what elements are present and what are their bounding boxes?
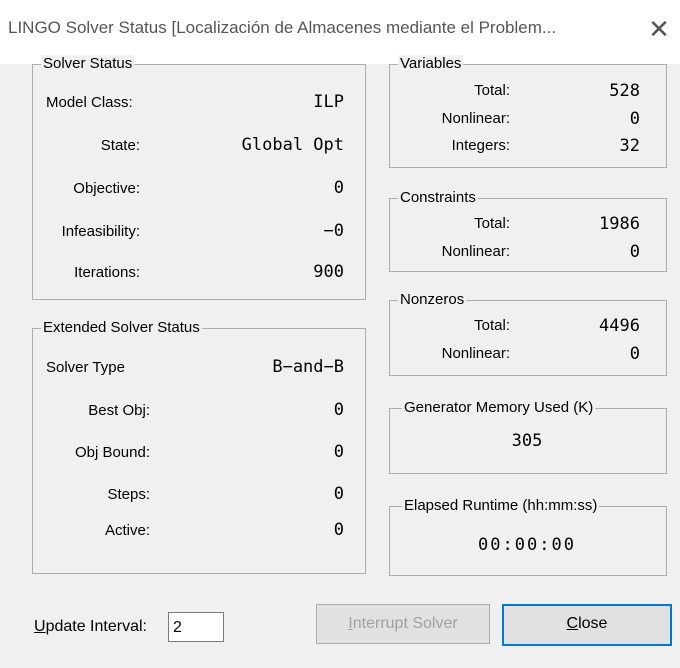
constraints-total-label: Total: [474,215,510,232]
variables-integers-value: 32 [619,136,640,156]
variables-nonlinear-label: Nonlinear: [441,110,510,127]
model-class-value: ILP [313,92,344,112]
active-value: 0 [333,520,344,540]
nonzeros-nonlinear-label: Nonlinear: [441,345,510,362]
nonzeros-group: Nonzeros [389,291,667,376]
variables-total-label: Total: [474,82,510,99]
steps-value: 0 [333,484,344,504]
objective-label: Objective: [73,180,140,197]
window-title: LINGO Solver Status [Localización de Alm… [8,18,557,37]
objective-value: 0 [333,178,344,198]
nonzeros-nonlinear-value: 0 [629,344,640,364]
obj-bound-value: 0 [333,442,344,462]
close-text: lose [578,615,608,632]
close-button[interactable]: Close [502,604,672,646]
active-label: Active: [104,522,150,539]
obj-bound-label: Obj Bound: [74,444,150,461]
best-obj-value: 0 [333,400,344,420]
update-interval-accel: U [34,618,46,635]
close-window-icon[interactable]: ✕ [644,14,674,44]
nonzeros-title: Nonzeros [398,291,467,308]
best-obj-label: Best Obj: [88,402,150,419]
infeasibility-value: −0 [323,221,344,241]
constraints-nonlinear-value: 0 [629,242,640,262]
constraints-title: Constraints [398,189,478,206]
model-class-label: Model Class: [46,94,133,111]
state-label: State: [100,137,140,154]
interrupt-text: nterrupt Solver [352,615,458,632]
variables-total-value: 528 [609,81,640,101]
nonzeros-total-label: Total: [474,317,510,334]
solver-type-label: Solver Type [46,359,125,376]
variables-title: Variables [398,55,464,72]
constraints-total-value: 1986 [599,214,640,234]
iterations-label: Iterations: [74,264,140,281]
infeasibility-label: Infeasibility: [61,223,140,240]
variables-nonlinear-value: 0 [629,109,640,129]
iterations-value: 900 [313,262,344,282]
generator-memory-value: 305 [511,431,543,451]
elapsed-runtime-value: 00:00:00 [478,535,576,555]
solver-type-value: B−and−B [272,357,344,377]
extended-solver-status-title: Extended Solver Status [41,319,202,336]
state-value: Global Opt [241,135,344,155]
update-interval-label: Update Interval: [34,618,147,636]
solver-status-title: Solver Status [41,55,135,72]
update-interval-text: pdate Interval: [45,618,147,635]
interrupt-solver-button[interactable]: Interrupt Solver [316,604,490,644]
elapsed-runtime-title: Elapsed Runtime (hh:mm:ss) [402,497,600,514]
constraints-nonlinear-label: Nonlinear: [441,243,510,260]
variables-integers-label: Integers: [451,137,510,154]
nonzeros-total-value: 4496 [599,316,640,336]
close-accel: C [566,615,579,632]
steps-label: Steps: [107,486,150,503]
update-interval-input[interactable]: 2 [168,612,224,642]
generator-memory-title: Generator Memory Used (K) [402,399,596,416]
